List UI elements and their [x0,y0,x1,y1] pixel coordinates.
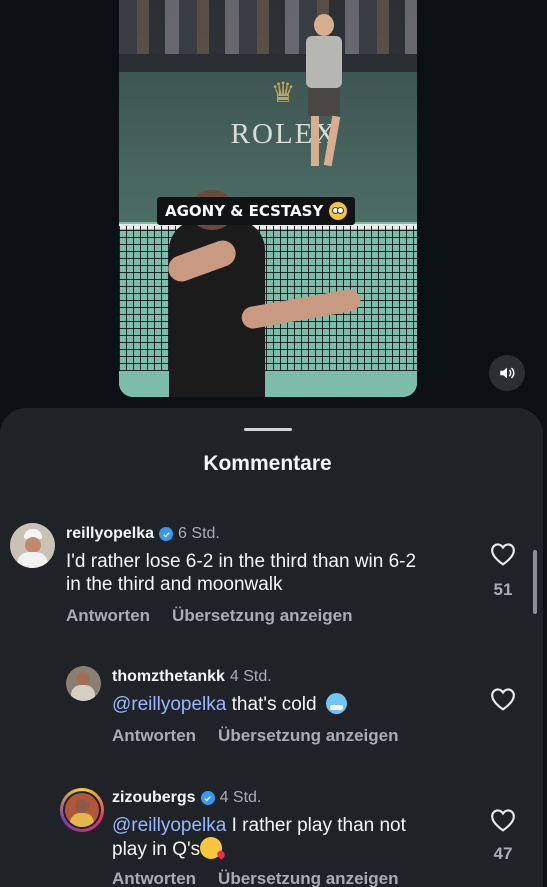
show-translation-button[interactable]: Übersetzung anzeigen [218,726,398,746]
comment-text-line: I rather play than not [231,815,406,836]
comment-username[interactable]: reillyopelka [66,525,154,543]
speaker-icon [500,367,515,379]
comment-actions: Antworten Übersetzung anzeigen [112,869,398,887]
comment-actions: Antworten Übersetzung anzeigen [66,606,352,626]
caption-text: AGONY & ECSTASY [165,202,324,220]
sound-toggle-button[interactable] [489,355,525,391]
comment-username[interactable]: thomzthetankk [112,668,225,686]
show-translation-button[interactable]: Übersetzung anzeigen [218,869,398,887]
far-player [294,14,354,174]
comment-text-line: play in Q's [112,839,201,860]
comment-text-body: that's cold [231,694,317,715]
avatar[interactable] [66,666,101,701]
comment-text: @reillyopelka that's cold [112,693,472,716]
cold-face-emoji-icon [325,693,347,714]
reply-button[interactable]: Antworten [112,869,196,887]
flushed-face-emoji-icon [329,202,348,220]
video-caption: AGONY & ECSTASY [157,197,356,225]
heart-icon[interactable] [490,542,516,566]
video-crowd [119,0,417,72]
comment-time: 4 Std. [229,668,272,685]
comment-text: @reillyopelka I rather play than not pla… [112,814,472,861]
video-area: ♛ ROLEX AGONY & ECSTASY [0,0,547,420]
mention-link[interactable]: @reillyopelka [112,815,226,836]
comment-item: reillyopelka 6 Std. I'd rather lose 6-2 … [0,520,543,630]
sheet-drag-handle[interactable] [244,428,292,431]
comment-text-line: I'd rather lose 6-2 in the third than wi… [66,551,417,572]
avatar[interactable] [60,788,104,832]
show-translation-button[interactable]: Übersetzung anzeigen [172,606,352,626]
comment-actions: Antworten Übersetzung anzeigen [112,726,398,746]
sheet-title: Kommentare [203,452,332,475]
verified-badge-icon [200,791,215,805]
comment-header: reillyopelka 6 Std. [66,525,220,543]
like-count: 47 [493,844,513,863]
avatar[interactable] [10,523,55,568]
comment-header: zizoubergs 4 Std. [112,789,261,807]
mention-link[interactable]: @reillyopelka [112,694,226,715]
like-count: 51 [493,580,513,599]
verified-badge-icon [159,527,174,541]
comment-username[interactable]: zizoubergs [112,789,196,807]
comment-header: thomzthetankk 4 Std. [112,668,272,686]
heart-icon[interactable] [490,687,516,711]
kissing-face-emoji-icon [200,837,223,859]
reply-button[interactable]: Antworten [112,726,196,746]
heart-icon[interactable] [490,808,516,832]
reply-button[interactable]: Antworten [66,606,150,626]
comment-time: 6 Std. [178,525,220,542]
comment-item: zizoubergs 4 Std. @reillyopelka I rather… [0,785,543,887]
comment-text-line: in the third and moonwalk [66,574,283,595]
comment-time: 4 Std. [219,789,262,806]
comment-item: thomzthetankk 4 Std. @reillyopelka that'… [0,664,543,754]
comment-text: I'd rather lose 6-2 in the third than wi… [66,550,486,596]
